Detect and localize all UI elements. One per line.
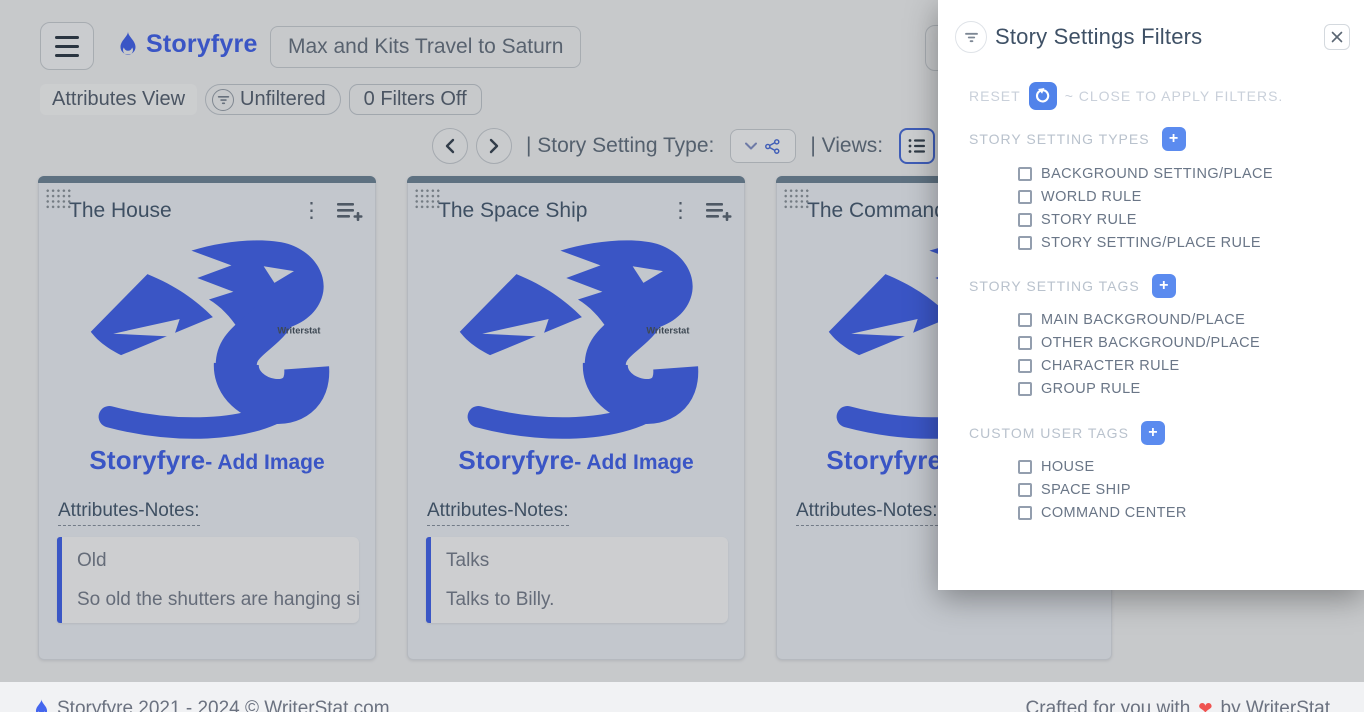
checkbox[interactable] (1018, 460, 1032, 474)
filter-option[interactable]: COMMAND CENTER (1018, 505, 1187, 521)
filter-option[interactable]: OTHER BACKGROUND/PLACE (1018, 335, 1260, 351)
footer-crafted-text: Crafted for you with (1026, 698, 1191, 712)
reset-filters-button[interactable] (1029, 82, 1057, 110)
checkbox[interactable] (1018, 167, 1032, 181)
section-story-setting-tags: STORY SETTING TAGS + (969, 274, 1176, 298)
checkbox[interactable] (1018, 483, 1032, 497)
section-story-setting-types: STORY SETTING TYPES + (969, 127, 1186, 151)
filter-option[interactable]: CHARACTER RULE (1018, 358, 1180, 374)
footer: Storyfyre 2021 - 2024 © WriterStat.com C… (0, 682, 1364, 712)
reset-label: RESET (969, 88, 1021, 104)
section-custom-user-tags: CUSTOM USER TAGS + (969, 421, 1165, 445)
add-setting-tag-button[interactable]: + (1152, 274, 1176, 298)
filter-icon (955, 21, 987, 53)
filter-option[interactable]: WORLD RULE (1018, 189, 1142, 205)
checkbox[interactable] (1018, 506, 1032, 520)
flame-icon (34, 699, 49, 712)
filter-option[interactable]: BACKGROUND SETTING/PLACE (1018, 166, 1273, 182)
checkbox[interactable] (1018, 236, 1032, 250)
checkbox[interactable] (1018, 190, 1032, 204)
filter-option[interactable]: STORY SETTING/PLACE RULE (1018, 235, 1261, 251)
add-setting-type-button[interactable]: + (1162, 127, 1186, 151)
undo-icon (1035, 88, 1051, 104)
checkbox[interactable] (1018, 313, 1032, 327)
footer-copyright: Storyfyre 2021 - 2024 © WriterStat.com (57, 698, 390, 712)
add-custom-tag-button[interactable]: + (1141, 421, 1165, 445)
close-to-apply-hint: ~ CLOSE TO APPLY FILTERS. (1065, 88, 1284, 104)
story-settings-filters-panel: Story Settings Filters RESET ~ CLOSE TO … (938, 0, 1364, 590)
filter-option[interactable]: GROUP RULE (1018, 381, 1141, 397)
filter-option[interactable]: MAIN BACKGROUND/PLACE (1018, 312, 1245, 328)
checkbox[interactable] (1018, 336, 1032, 350)
footer-writerstat-link[interactable]: by WriterStat (1221, 698, 1330, 712)
close-icon (1331, 31, 1343, 43)
heart-icon: ❤ (1198, 699, 1212, 712)
filter-option[interactable]: STORY RULE (1018, 212, 1137, 228)
checkbox[interactable] (1018, 213, 1032, 227)
panel-title: Story Settings Filters (995, 24, 1202, 50)
close-button[interactable] (1324, 24, 1350, 50)
filter-option[interactable]: SPACE SHIP (1018, 482, 1131, 498)
checkbox[interactable] (1018, 382, 1032, 396)
filter-option[interactable]: HOUSE (1018, 459, 1095, 475)
checkbox[interactable] (1018, 359, 1032, 373)
